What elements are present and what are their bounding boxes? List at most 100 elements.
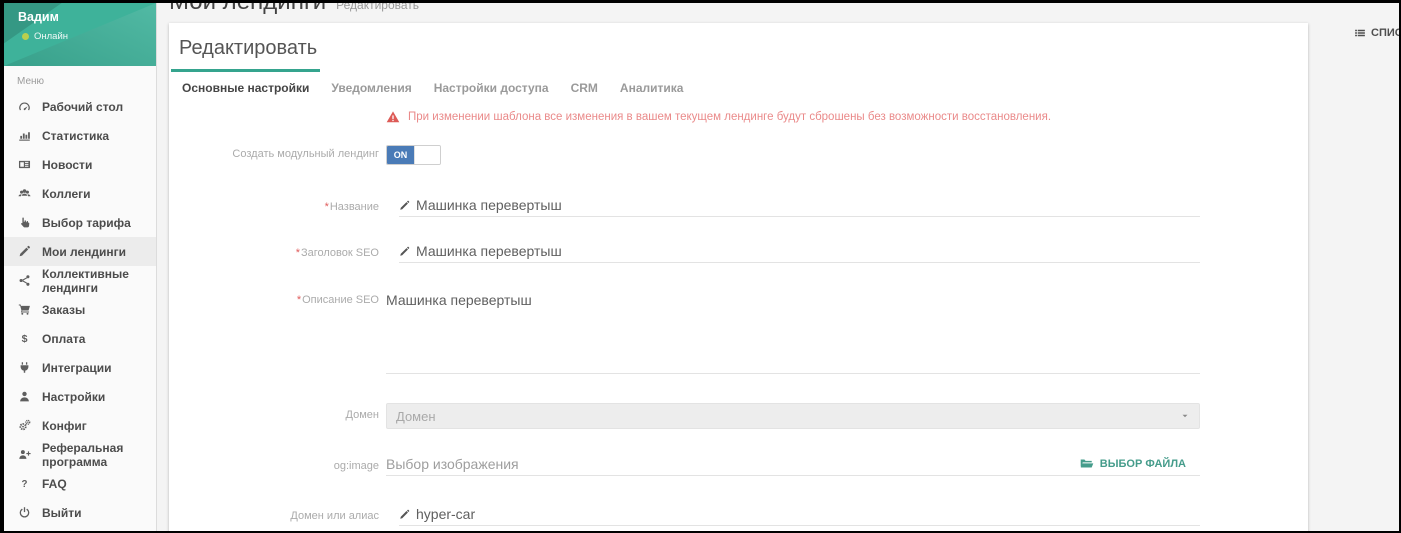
svg-text:$: $ [22, 333, 28, 345]
cart-icon [18, 303, 33, 316]
app-window: Вадим Онлайн Меню Рабочий стол Статистика… [0, 0, 1401, 533]
sidebar-item-label: Статистика [42, 129, 109, 143]
user-name: Вадим [18, 10, 156, 24]
sidebar-item-statistics[interactable]: Статистика [4, 121, 156, 150]
tab-main-settings[interactable]: Основные настройки [171, 69, 320, 107]
sidebar-item-settings[interactable]: Настройки [4, 382, 156, 411]
sidebar-item-label: Выйти [42, 506, 82, 520]
bar-chart-icon [18, 129, 33, 142]
svg-text:?: ? [22, 479, 28, 490]
sidebar-item-collective-landings[interactable]: Коллективные лендинги [4, 266, 156, 295]
plug-icon [18, 361, 33, 374]
tab-notifications[interactable]: Уведомления [320, 69, 422, 107]
page-header: Мои лендинги Редактировать [169, 3, 419, 16]
template-warning: При изменении шаблона все изменения в ва… [386, 110, 1308, 124]
tab-analytics[interactable]: Аналитика [609, 69, 695, 107]
field-label-modular: Создать модульный лендинг [169, 145, 379, 160]
breadcrumb: Редактировать [336, 3, 419, 12]
list-icon [1354, 27, 1366, 39]
seo-title-row: *Заголовок SEO [169, 243, 1308, 263]
page-title: Мои лендинги [169, 3, 326, 16]
name-row: *Название [169, 197, 1308, 217]
gears-icon [18, 419, 33, 432]
users-icon [18, 187, 33, 200]
sidebar-item-config[interactable]: Конфиг [4, 411, 156, 440]
field-label-name: Название [330, 201, 379, 213]
sidebar-item-label: FAQ [42, 477, 67, 491]
menu-section-label: Меню [17, 76, 156, 87]
pencil-icon [399, 509, 410, 520]
required-asterisk: * [296, 247, 300, 259]
warning-icon [386, 110, 400, 124]
user-plus-icon [18, 448, 33, 461]
domain-alias-input[interactable] [416, 506, 1200, 522]
modular-landing-row: Создать модульный лендинг ON [169, 145, 1308, 165]
sidebar-item-label: Новости [42, 158, 92, 172]
pencil-icon [399, 246, 410, 257]
user-icon [18, 390, 33, 403]
domain-select-value: Домен [396, 409, 436, 424]
sidebar-item-tariff[interactable]: Выбор тарифа [4, 208, 156, 237]
field-label-seo-description: Описание SEO [302, 294, 379, 306]
online-status: Онлайн [22, 31, 156, 42]
seo-title-input[interactable] [416, 243, 1200, 259]
sidebar-item-my-landings[interactable]: Мои лендинги [4, 237, 156, 266]
sidebar-item-referral[interactable]: Реферальная программа [4, 440, 156, 469]
required-asterisk: * [325, 201, 329, 213]
sidebar-item-label: Мои лендинги [42, 245, 126, 259]
seo-description-row: *Описание SEO Машинка перевертыш [169, 292, 1308, 374]
list-view-button[interactable]: СПИСОК [1354, 27, 1399, 39]
choose-file-button[interactable]: ВЫБОР ФАЙЛА [1080, 457, 1186, 471]
name-input[interactable] [416, 197, 1200, 213]
sidebar-item-integrations[interactable]: Интеграции [4, 353, 156, 382]
online-status-label: Онлайн [34, 31, 68, 42]
warning-text: При изменении шаблона все изменения в ва… [408, 111, 1051, 123]
share-icon [18, 274, 33, 287]
edit-card: Редактировать Основные настройкиУведомле… [169, 23, 1308, 531]
online-status-dot [22, 33, 29, 40]
sidebar-item-dashboard[interactable]: Рабочий стол [4, 92, 156, 121]
modular-landing-toggle[interactable]: ON [386, 145, 441, 165]
sidebar-item-logout[interactable]: Выйти [4, 498, 156, 527]
sidebar-item-colleagues[interactable]: Коллеги [4, 179, 156, 208]
dollar-icon: $ [18, 332, 33, 345]
sidebar-menu: Рабочий стол Статистика Новости Коллеги Выбо… [4, 92, 156, 527]
tabs-bar: Основные настройкиУведомленияНастройки д… [169, 69, 1308, 107]
settings-form: Создать модульный лендинг ON *Название [169, 145, 1308, 526]
sidebar-item-label: Интеграции [42, 361, 112, 375]
sidebar-item-news[interactable]: Новости [4, 150, 156, 179]
sidebar-item-faq[interactable]: ? FAQ [4, 469, 156, 498]
choose-file-label: ВЫБОР ФАЙЛА [1100, 458, 1186, 470]
folder-icon [1080, 457, 1094, 471]
sidebar-item-label: Конфиг [42, 419, 87, 433]
pen-icon [18, 245, 33, 258]
tab-access-settings[interactable]: Настройки доступа [423, 69, 560, 107]
sidebar-item-orders[interactable]: Заказы [4, 295, 156, 324]
list-view-label: СПИСОК [1371, 27, 1399, 39]
required-asterisk: * [297, 294, 301, 306]
hand-pointer-icon [18, 216, 33, 229]
tab-crm[interactable]: CRM [560, 69, 609, 107]
toggle-on-label: ON [387, 146, 414, 164]
user-panel: Вадим Онлайн [4, 3, 156, 66]
question-icon: ? [18, 477, 33, 490]
domain-row: Домен Домен [169, 403, 1308, 429]
newspaper-icon [18, 158, 33, 171]
card-title: Редактировать [179, 37, 1308, 60]
sidebar-item-payment[interactable]: $Оплата [4, 324, 156, 353]
sidebar-item-label: Выбор тарифа [42, 216, 131, 230]
sidebar-item-label: Настройки [42, 390, 105, 404]
domain-select[interactable]: Домен [386, 403, 1200, 429]
content-area: Мои лендинги Редактировать СПИСОК Редакт… [157, 3, 1399, 531]
field-label-domain-alias: Домен или алиас [169, 506, 379, 522]
sidebar-item-label: Реферальная программа [42, 441, 156, 469]
sidebar-item-label: Коллеги [42, 187, 91, 201]
sidebar-item-label: Рабочий стол [42, 100, 123, 114]
field-label-domain: Домен [169, 403, 379, 421]
field-label-og-image: og:image [169, 456, 379, 472]
sidebar: Вадим Онлайн Меню Рабочий стол Статистика… [4, 3, 157, 531]
seo-description-textarea[interactable]: Машинка перевертыш [386, 292, 1200, 368]
power-icon [18, 506, 33, 519]
field-label-seo-title: Заголовок SEO [301, 247, 379, 259]
og-image-placeholder: Выбор изображения [386, 456, 1080, 472]
